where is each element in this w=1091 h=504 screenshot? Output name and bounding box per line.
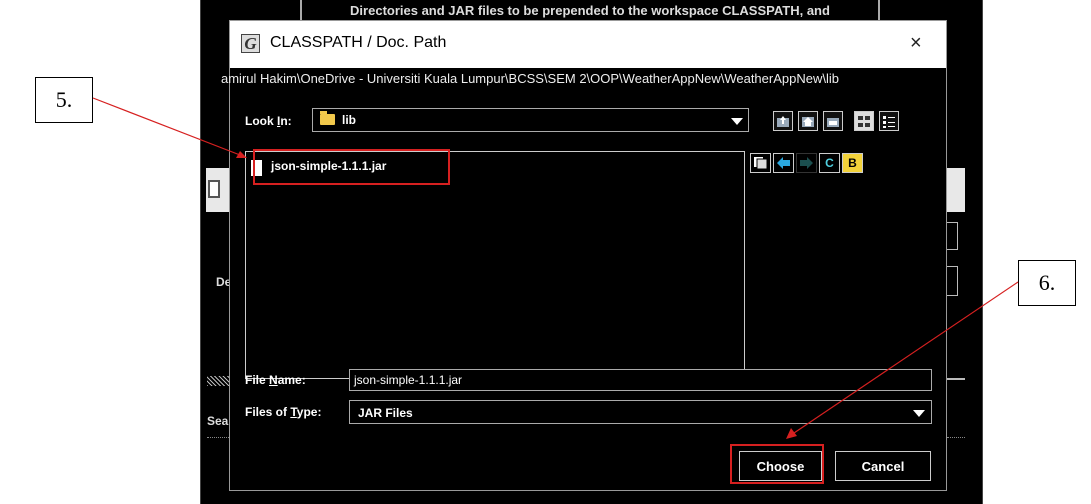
callout-arrows bbox=[92, 97, 1019, 439]
arrow-line-6 bbox=[793, 281, 1019, 434]
arrowhead-6 bbox=[786, 428, 797, 439]
arrow-line-5 bbox=[92, 97, 241, 156]
